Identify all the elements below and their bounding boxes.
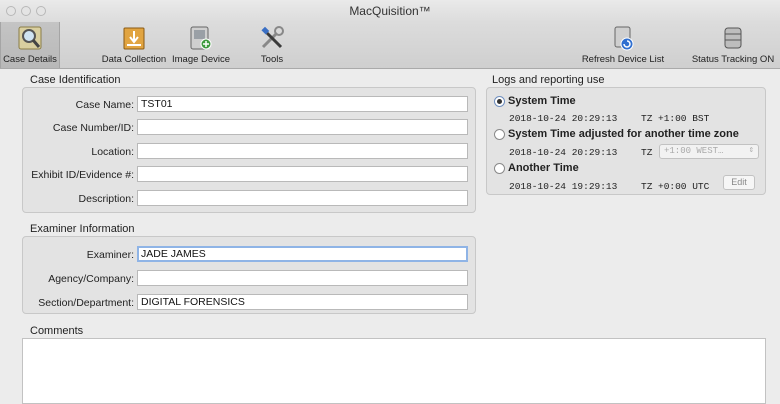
system-time-tz-value: +1:00 BST [658,113,710,124]
toolbar-label: Image Device [172,54,231,65]
examiner-information-title: Examiner Information [30,223,135,235]
wrench-screwdriver-icon [261,26,284,49]
location-field[interactable] [137,143,468,159]
agency-company-label: Agency/Company: [48,273,134,285]
another-time-label: Another Time [508,162,579,174]
toolbar-tools-button[interactable]: Tools [252,22,292,68]
system-time-label: System Time [508,95,576,107]
another-time-tz-label: TZ [641,181,653,192]
window-title: MacQuisition™ [349,4,431,18]
case-number-label: Case Number/ID: [52,122,134,134]
timezone-select[interactable]: +1:00 WEST… ⇕ [659,144,759,159]
download-box-icon [123,27,145,50]
database-icon [724,27,742,49]
description-label: Description: [78,193,134,205]
another-time-tz-value: +0:00 UTC [658,181,710,192]
section-department-label: Section/Department: [38,297,134,309]
examiner-field[interactable]: JADE JAMES [137,246,468,262]
toolbar: Case Details Data Collection Image Devic… [0,22,780,69]
title-bar: MacQuisition™ [0,0,780,22]
adjusted-time-tz-label: TZ [641,147,653,158]
toolbar-case-details-button[interactable]: Case Details [0,22,60,68]
toolbar-label: Status Tracking ON [691,54,775,65]
adjusted-time-radio[interactable] [494,129,505,140]
timezone-select-value: +1:00 WEST… [664,146,724,156]
comments-textarea[interactable] [22,338,766,404]
description-field[interactable] [137,190,468,206]
toolbar-data-collection-button[interactable]: Data Collection [100,22,168,68]
toolbar-refresh-device-list-button[interactable]: Refresh Device List [578,22,668,68]
magnifier-icon [18,26,42,50]
adjusted-time-datetime: 2018-10-24 20:29:13 [509,147,618,158]
comments-title: Comments [30,325,84,337]
system-time-radio[interactable] [494,96,505,107]
system-time-datetime: 2018-10-24 20:29:13 [509,113,618,124]
toolbar-label: Tools [260,54,284,65]
toolbar-status-tracking-button[interactable]: Status Tracking ON [690,22,776,68]
updown-arrows-icon: ⇕ [748,145,754,155]
exhibit-id-label: Exhibit ID/Evidence #: [31,169,134,181]
case-name-field[interactable]: TST01 [137,96,468,112]
another-time-datetime: 2018-10-24 19:29:13 [509,181,618,192]
toolbar-label: Data Collection [101,54,167,65]
agency-company-field[interactable] [137,270,468,286]
another-time-radio[interactable] [494,163,505,174]
refresh-device-icon [614,26,634,51]
case-name-label: Case Name: [75,99,134,111]
toolbar-label: Case Details [3,54,57,65]
adjusted-time-label: System Time adjusted for another time zo… [508,128,739,140]
location-label: Location: [91,146,134,158]
edit-time-button[interactable]: Edit [723,175,755,190]
examiner-label: Examiner: [86,249,134,261]
exhibit-id-field[interactable] [137,166,468,182]
disk-image-icon [190,26,212,50]
case-number-field[interactable] [137,119,468,135]
system-time-tz-label: TZ [641,113,653,124]
case-identification-title: Case Identification [30,74,121,86]
toolbar-image-device-button[interactable]: Image Device [172,22,231,68]
section-department-field[interactable]: DIGITAL FORENSICS [137,294,468,310]
toolbar-label: Refresh Device List [581,54,665,65]
logs-reporting-title: Logs and reporting use [492,74,605,86]
